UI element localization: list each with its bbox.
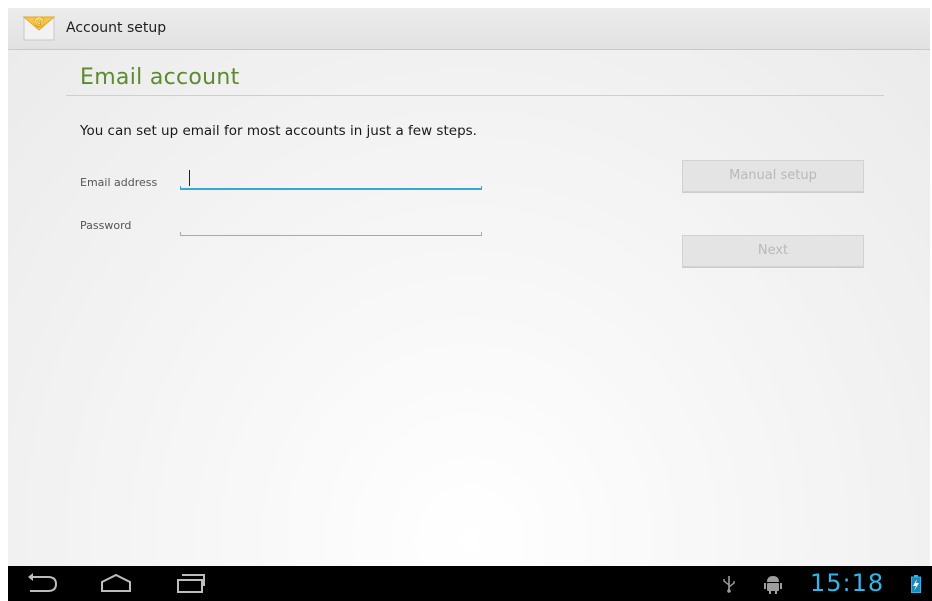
action-bar-title: Account setup <box>66 20 167 36</box>
email-address-input[interactable] <box>180 168 482 190</box>
password-underline-tick-left <box>180 232 181 236</box>
password-underline-tick-right <box>481 232 482 236</box>
page-title: Email account <box>80 65 240 90</box>
next-button[interactable]: Next <box>682 235 864 267</box>
manual-setup-button[interactable]: Manual setup <box>682 160 864 192</box>
system-navigation-bar: 15:18 <box>8 566 932 601</box>
email-address-label: Email address <box>80 176 158 189</box>
password-underline <box>180 235 482 236</box>
password-label: Password <box>80 219 132 232</box>
svg-text:@: @ <box>35 18 43 27</box>
usb-icon <box>722 575 736 597</box>
android-debug-icon <box>764 574 782 598</box>
content-area: Email account You can set up email for m… <box>8 50 930 566</box>
status-clock: 15:18 <box>810 569 885 597</box>
heading-divider <box>66 95 884 96</box>
back-icon[interactable] <box>24 572 60 598</box>
recents-icon[interactable] <box>172 572 208 598</box>
action-bar: @ Account setup <box>8 8 930 50</box>
password-input[interactable] <box>180 214 482 236</box>
home-icon[interactable] <box>98 572 134 598</box>
intro-text: You can set up email for most accounts i… <box>80 123 477 139</box>
email-underline-tick-left <box>180 186 181 190</box>
email-envelope-icon[interactable]: @ <box>22 13 56 43</box>
email-underline-tick-right <box>481 186 482 190</box>
screen: @ Account setup Email account You can se… <box>0 0 932 601</box>
battery-icon <box>911 575 921 597</box>
text-cursor <box>189 170 190 186</box>
email-underline <box>180 188 482 190</box>
